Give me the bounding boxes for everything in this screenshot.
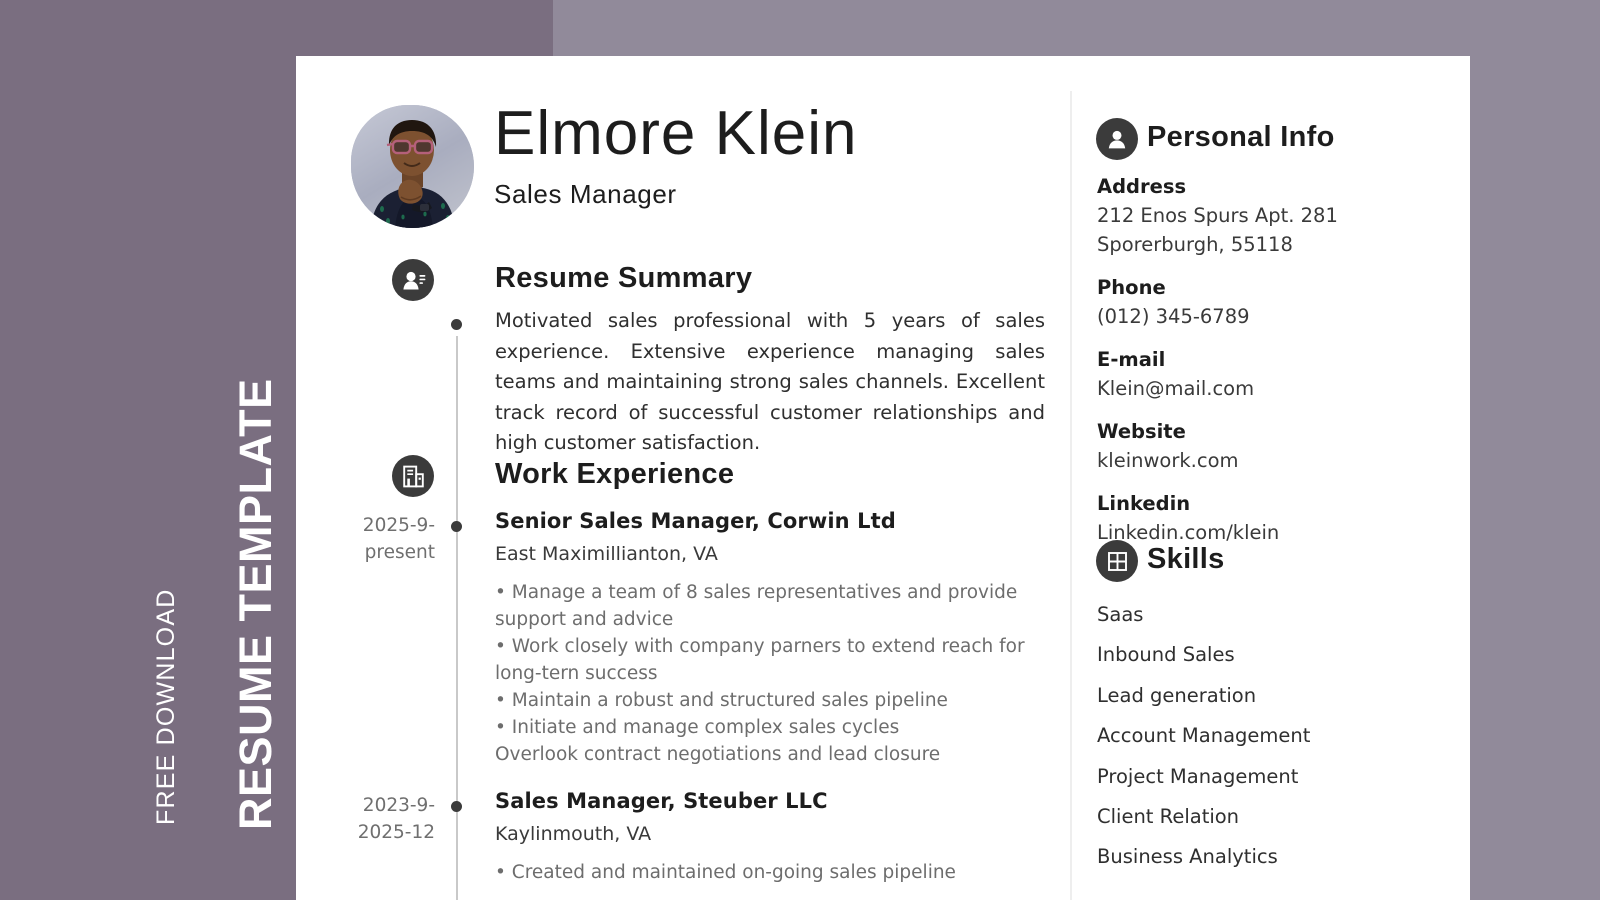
column-divider [1070, 91, 1072, 900]
job-bullet-list: • Created and maintained on-going sales … [495, 859, 1055, 886]
resume-main-column: Elmore Klein Sales Manager Resume Summar… [296, 56, 1070, 900]
section-title: Skills [1147, 543, 1225, 575]
contact-field: Phone (012) 345-6789 [1097, 274, 1437, 331]
job-location: East Maximillianton, VA [495, 543, 718, 565]
list-item: Business Analytics [1097, 845, 1278, 869]
job-bullet-list: • Manage a team of 8 sales representativ… [495, 579, 1055, 768]
job-role-subtitle: Sales Manager [494, 179, 677, 210]
job-title: Senior Sales Manager, Corwin Ltd [495, 509, 896, 533]
page-title: Elmore Klein [494, 99, 858, 168]
name-block: Elmore Klein Sales Manager [494, 101, 857, 210]
contact-label: Linkedin [1097, 492, 1191, 515]
job-bullet: • Manage a team of 8 sales representativ… [495, 582, 1018, 630]
resume-header: Elmore Klein Sales Manager [351, 101, 1051, 230]
list-item: Project Management [1097, 764, 1299, 788]
contact-value: (012) 345-6789 [1097, 305, 1250, 328]
timeline-dot [451, 319, 462, 330]
timeline-dot [451, 521, 462, 532]
contact-label: Website [1097, 420, 1186, 443]
list-item: Client Relation [1097, 805, 1240, 829]
job-bullet: • Initiate and manage complex sales cycl… [495, 717, 900, 738]
resume-sidebar-column: Personal Info Address 212 Enos Spurs Apt… [1096, 56, 1470, 900]
contact-field: Linkedin Linkedin.com/klein [1097, 490, 1437, 547]
avatar [351, 105, 474, 228]
list-item: Lead generation [1097, 683, 1257, 707]
contact-field: Address 212 Enos Spurs Apt. 281 Sporerbu… [1097, 173, 1437, 259]
section-title: Work Experience [495, 458, 735, 490]
job-location: Kaylinmouth, VA [495, 823, 652, 845]
person-icon [1096, 118, 1138, 160]
contact-label: Address [1097, 175, 1187, 198]
contact-value: Klein@mail.com [1097, 377, 1255, 400]
timeline-dot [451, 801, 462, 812]
contact-label: E-mail [1097, 348, 1166, 371]
contact-label: Phone [1097, 276, 1166, 299]
personal-info-list: Address 212 Enos Spurs Apt. 281 Sporerbu… [1097, 173, 1437, 562]
list-item: Inbound Sales [1097, 643, 1235, 667]
skills-list: Saas Inbound Sales Lead generation Accou… [1097, 595, 1437, 878]
timeline-rail [456, 336, 458, 900]
office-building-icon [392, 455, 434, 497]
section-title: Resume Summary [495, 262, 753, 294]
portrait-photo-icon [351, 105, 474, 228]
resume-document: Elmore Klein Sales Manager Resume Summar… [296, 56, 1470, 900]
list-item: Account Management [1097, 724, 1311, 748]
section-title: Personal Info [1147, 121, 1335, 153]
job-bullet: • Maintain a robust and structured sales… [495, 690, 948, 711]
grid-squares-icon [1096, 540, 1138, 582]
contact-field: E-mail Klein@mail.com [1097, 346, 1437, 403]
job-date-range: 2025-9-present [362, 515, 435, 563]
list-item: Saas [1097, 603, 1144, 626]
job-bullet: • Created and maintained on-going sales … [495, 862, 956, 883]
job-title: Sales Manager, Steuber LLC [495, 789, 828, 813]
contact-value: kleinwork.com [1097, 449, 1239, 472]
job-bullet: Overlook contract negotiations and lead … [495, 744, 941, 765]
job-bullet: • Work closely with company parners to e… [495, 636, 1025, 684]
resume-summary-text: Motivated sales professional with 5 year… [495, 309, 1045, 454]
person-card-icon [392, 259, 434, 301]
contact-value: 212 Enos Spurs Apt. 281 Sporerburgh, 551… [1097, 204, 1338, 256]
contact-field: Website kleinwork.com [1097, 418, 1437, 475]
job-date-range: 2023-9-2025-12 [357, 795, 435, 843]
